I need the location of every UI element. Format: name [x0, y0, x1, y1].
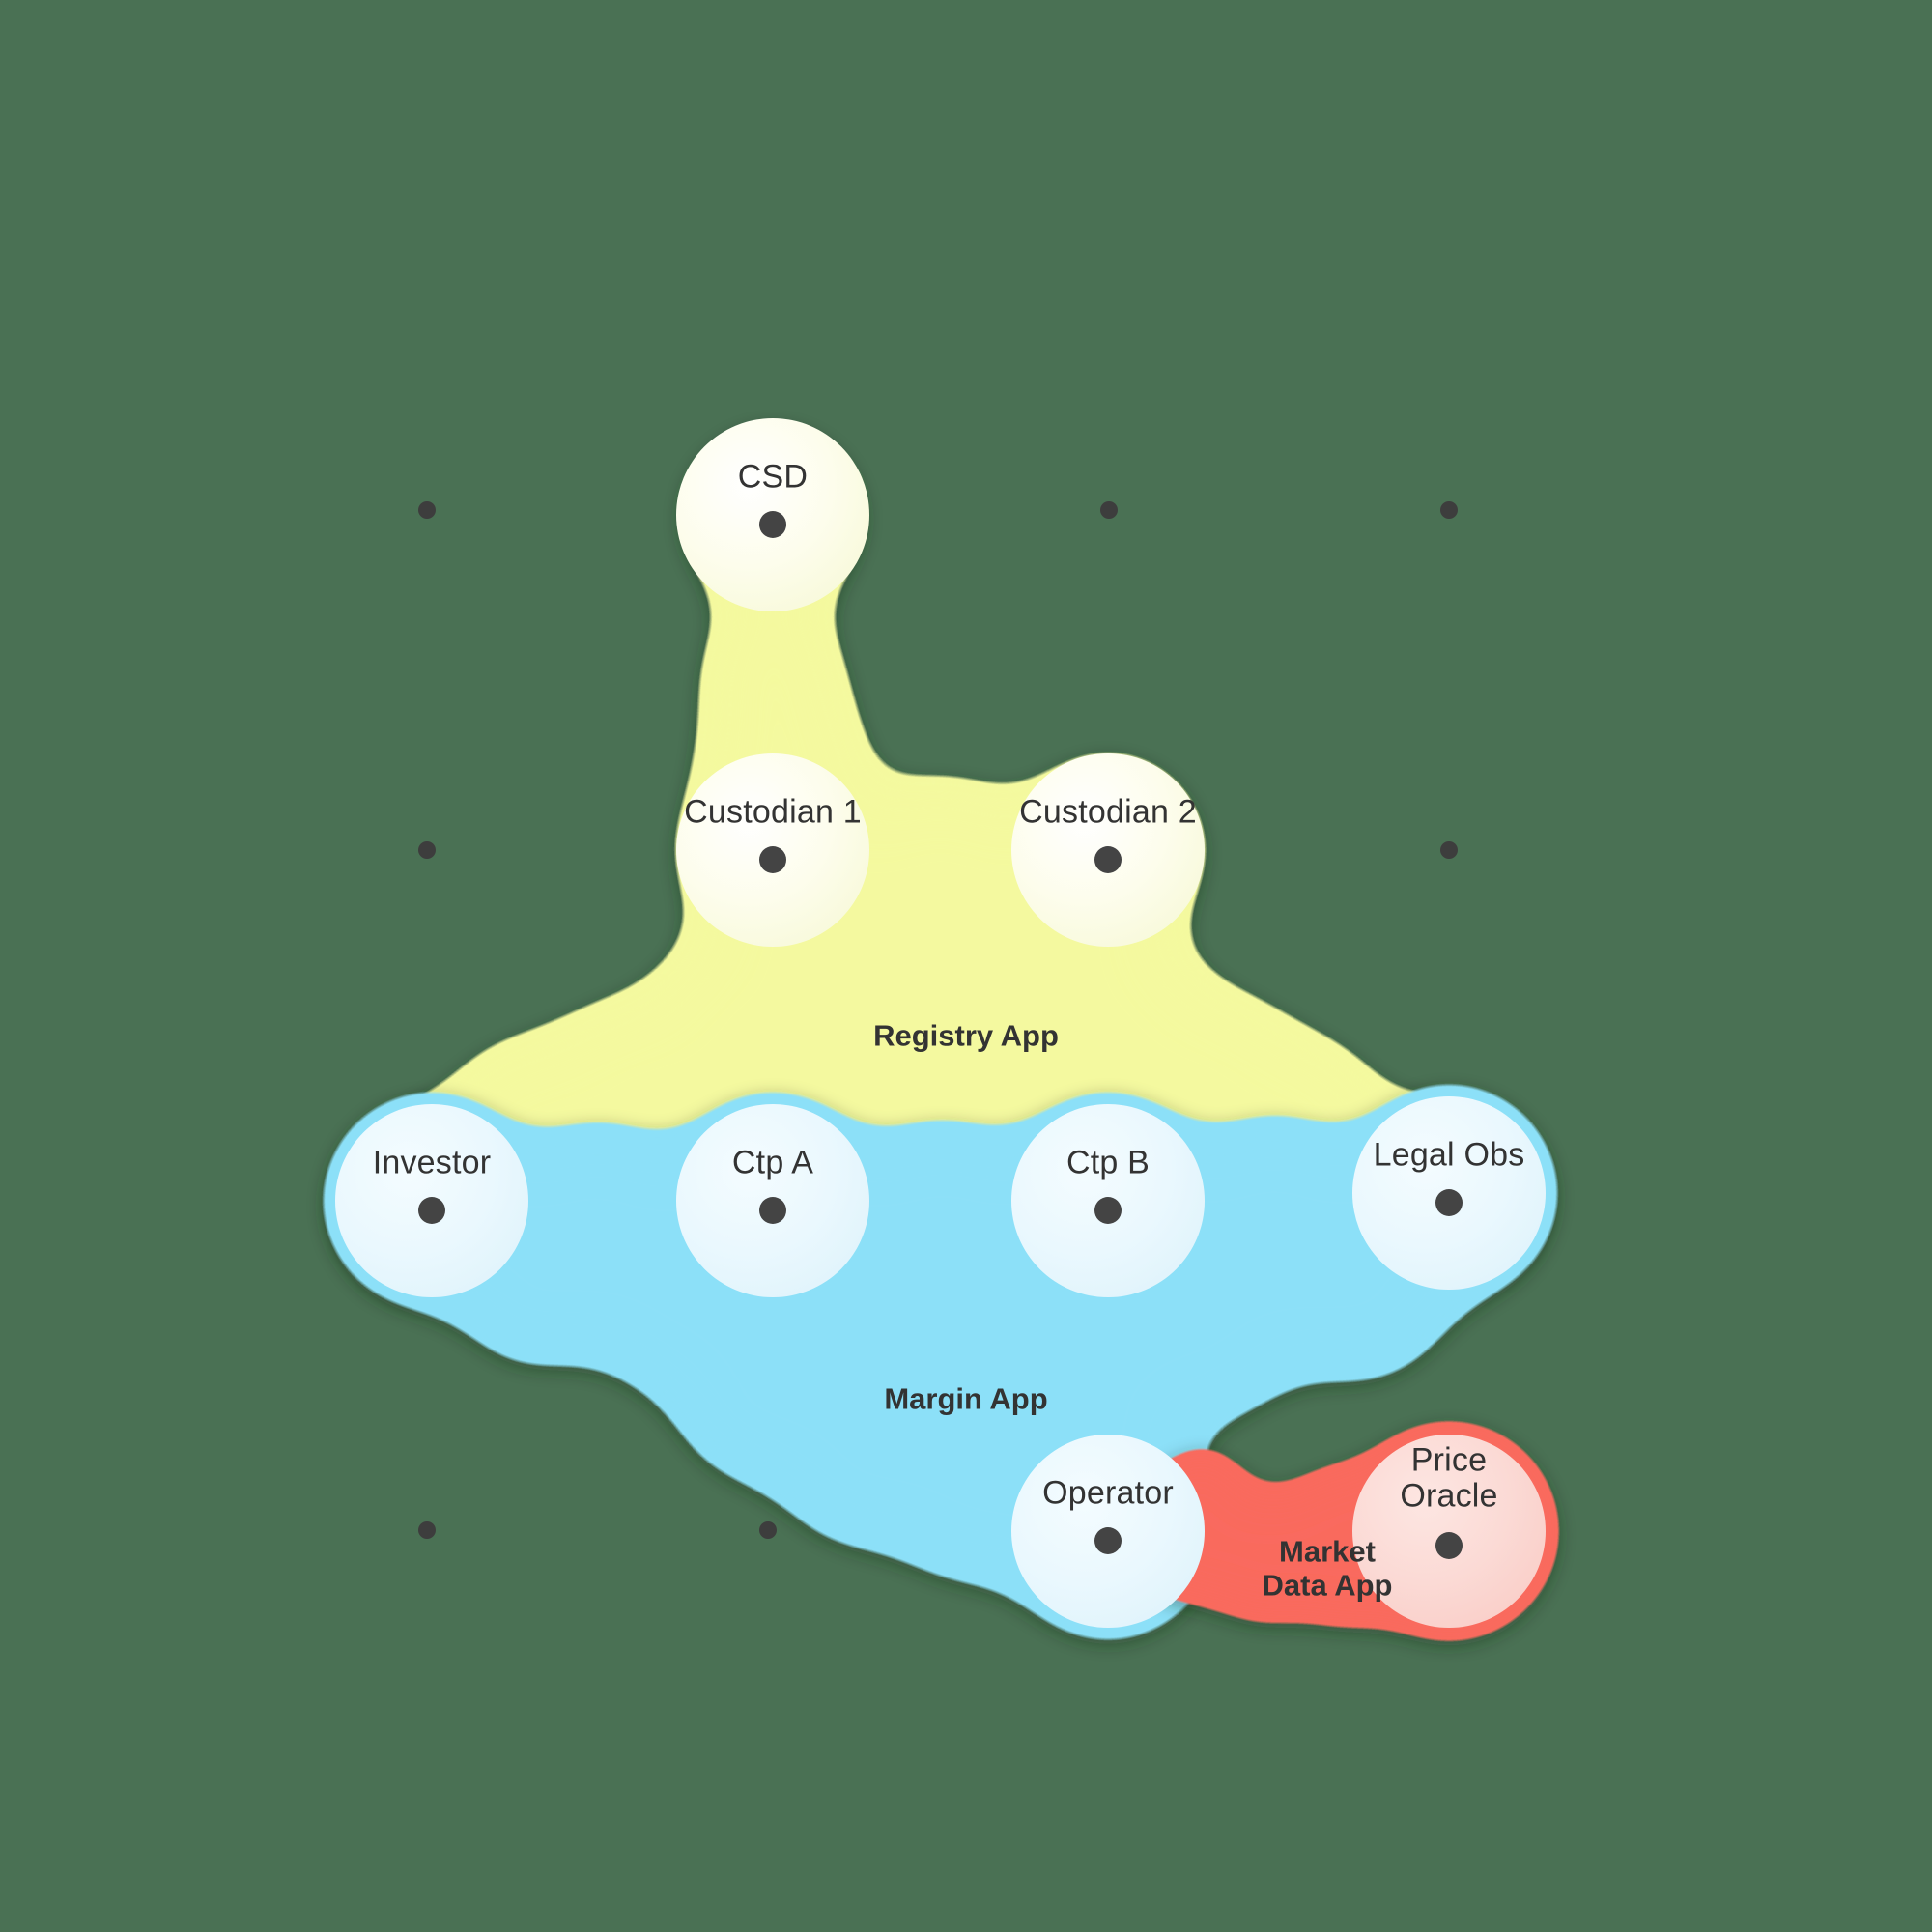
node-dot-ctp-a	[759, 1197, 786, 1224]
node-dot-custodian-1	[759, 846, 786, 873]
node-dot-operator	[1094, 1527, 1122, 1554]
node-price-oracle[interactable]	[1352, 1435, 1546, 1628]
node-dot-custodian-2	[1094, 846, 1122, 873]
diagram-canvas: CSD Custodian 1 Custodian 2 Investor Ctp…	[0, 0, 1932, 1932]
node-dot-ctp-b	[1094, 1197, 1122, 1224]
node-dot-investor	[418, 1197, 445, 1224]
node-dot-legal-obs	[1435, 1189, 1463, 1216]
app-blobs-layer	[321, 418, 1560, 1642]
node-dot-price-oracle	[1435, 1532, 1463, 1559]
node-dot-csd	[759, 511, 786, 538]
